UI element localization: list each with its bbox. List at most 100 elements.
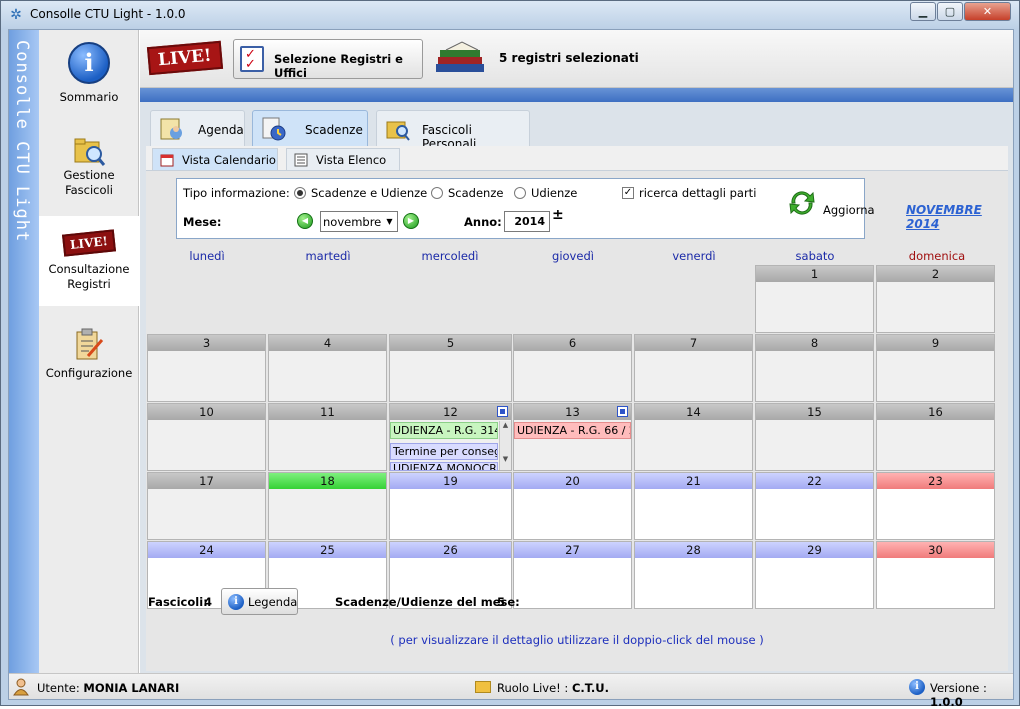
clipboard-edit-icon	[74, 328, 104, 362]
calendar-day[interactable]: 7	[634, 334, 753, 402]
sidebar-item-gestione-fascicoli[interactable]: Gestione Fascicoli	[39, 134, 139, 204]
day-name: martedì	[305, 249, 351, 263]
calendar-day-12[interactable]: 12 UDIENZA - R.G. 314 / Termine per cons…	[389, 403, 512, 471]
day-number: 5	[390, 335, 511, 351]
legend-button[interactable]: i Legenda	[221, 588, 298, 615]
scroll-up-icon[interactable]: ▲	[500, 421, 511, 429]
current-month-link[interactable]: NOVEMBRE 2014	[906, 203, 1008, 231]
calendar-day[interactable]: 1	[755, 265, 874, 333]
refresh-icon[interactable]	[786, 187, 818, 219]
tab-scadenze[interactable]: Scadenze	[252, 110, 368, 146]
calendar-day[interactable]: 19	[389, 472, 512, 540]
status-bar: Utente: MONIA LANARI Ruolo Live! : C.T.U…	[9, 673, 1013, 709]
calendar-day[interactable]: 22	[755, 472, 874, 540]
month-select[interactable]: novembre ▼	[320, 211, 398, 232]
tab-agenda[interactable]: Agenda	[150, 110, 245, 146]
vertical-banner-text: Consolle CTU Light	[12, 40, 32, 243]
expand-icon[interactable]	[497, 406, 508, 417]
list-icon	[294, 153, 308, 167]
calendar-day[interactable]: 14	[634, 403, 753, 471]
day-number: 11	[269, 404, 386, 420]
radio-scadenze[interactable]	[431, 187, 443, 199]
sidebar-nav: i Sommario Gestione Fascicoli LIVE! Cons…	[39, 30, 139, 673]
day-number: 28	[635, 542, 752, 558]
calendar-day[interactable]: 8	[755, 334, 874, 402]
calendar-day-today[interactable]: 18	[268, 472, 387, 540]
calendar-day[interactable]: 11	[268, 403, 387, 471]
day-number: 27	[514, 542, 631, 558]
event-item[interactable]: UDIENZA - R.G. 314 /	[390, 422, 498, 439]
day-number: 16	[877, 404, 994, 420]
calendar-day[interactable]: 9	[876, 334, 995, 402]
calendar-day[interactable]: 21	[634, 472, 753, 540]
details-checkbox-label: ricerca dettagli parti	[639, 186, 757, 200]
day-header: 13	[514, 404, 631, 420]
calendar-day[interactable]: 2	[876, 265, 995, 333]
day-number: 24	[148, 542, 265, 558]
calendar-day[interactable]: 20	[513, 472, 632, 540]
radio-udienze[interactable]	[514, 187, 526, 199]
calendar-icon	[160, 153, 174, 167]
title-bar[interactable]: ✲ Consolle CTU Light - 1.0.0 ▁ ▢ ✕	[1, 1, 1019, 29]
year-input[interactable]: 2014	[504, 211, 550, 232]
day-number: 20	[514, 473, 631, 489]
tab-fascicoli-personali[interactable]: Fascicoli Personali	[376, 110, 530, 151]
calendar-day[interactable]: 4	[268, 334, 387, 402]
day-number: 29	[756, 542, 873, 558]
tab-label: Agenda	[198, 123, 244, 137]
app-window: ✲ Consolle CTU Light - 1.0.0 ▁ ▢ ✕ Conso…	[0, 0, 1020, 709]
next-month-icon[interactable]: ▶	[403, 213, 419, 229]
day-number: 10	[148, 404, 265, 420]
prev-month-icon[interactable]: ◀	[297, 213, 313, 229]
role-value: C.T.U.	[571, 681, 609, 695]
calendar-day[interactable]: 17	[147, 472, 266, 540]
refresh-button-label[interactable]: Aggiorna	[823, 203, 875, 217]
sidebar-item-consultazione-registri[interactable]: LIVE! Consultazione Registri	[39, 216, 139, 306]
info-icon: i	[68, 42, 110, 84]
sidebar-item-label: Gestione	[63, 168, 115, 182]
calendar-day-13[interactable]: 13 UDIENZA - R.G. 66 / 20	[513, 403, 632, 471]
select-registers-button[interactable]: ✓ ✓ Selezione Registri e Uffici	[233, 39, 423, 80]
clock-document-icon	[261, 116, 287, 142]
calendar-day[interactable]: 6	[513, 334, 632, 402]
event-item[interactable]: Termine per consegna	[390, 443, 498, 460]
scadenze-panel: Vista Calendario Vista Elenco Tipo infor…	[146, 146, 1008, 671]
minimize-button[interactable]: ▁	[910, 2, 936, 21]
tab-vista-elenco[interactable]: Vista Elenco	[286, 148, 400, 170]
tab-label: Vista Calendario	[182, 153, 276, 167]
calendar-day[interactable]: 5	[389, 334, 512, 402]
calendar-day[interactable]: 10	[147, 403, 266, 471]
calendar-day[interactable]: 3	[147, 334, 266, 402]
day-name: sabato	[795, 249, 835, 263]
sidebar-item-label: Registri	[67, 277, 111, 291]
info-icon: i	[909, 679, 925, 695]
sidebar-item-sommario[interactable]: i Sommario	[39, 42, 139, 117]
scroll-down-icon[interactable]: ▼	[500, 455, 511, 463]
books-icon	[432, 40, 490, 76]
month-value: novembre	[323, 215, 382, 229]
tab-label: Scadenze	[305, 123, 363, 137]
calendar-day-holiday[interactable]: 23	[876, 472, 995, 540]
year-stepper-icon[interactable]: ±	[552, 208, 564, 222]
radio-scadenze-udienze[interactable]	[294, 187, 306, 199]
tab-vista-calendario[interactable]: Vista Calendario	[152, 148, 278, 170]
event-scrollbar[interactable]: ▲ ▼	[499, 421, 511, 470]
calendar-cell-empty	[634, 265, 753, 333]
calendar-day[interactable]: 15	[755, 403, 874, 471]
maximize-button[interactable]: ▢	[937, 2, 963, 21]
version-value: 1.0.0	[930, 695, 963, 709]
event-item[interactable]: UDIENZA MONOCR	[390, 462, 498, 471]
calendar-view: Tipo informazione: Scadenze e Udienze Sc…	[146, 170, 1008, 671]
expand-icon[interactable]	[617, 406, 628, 417]
select-registers-label: Selezione Registri e Uffici	[274, 52, 403, 80]
day-number: 26	[390, 542, 511, 558]
day-header: 12	[390, 404, 511, 420]
tipo-label: Tipo informazione:	[183, 186, 290, 200]
sidebar-item-configurazione[interactable]: Configurazione	[39, 328, 139, 388]
fascicoli-label: Fascicoli:	[148, 595, 208, 609]
details-checkbox[interactable]: ✓	[622, 187, 634, 199]
folder-icon	[475, 681, 491, 693]
calendar-day[interactable]: 16	[876, 403, 995, 471]
close-button[interactable]: ✕	[964, 2, 1011, 21]
event-item[interactable]: UDIENZA - R.G. 66 / 20	[514, 422, 631, 439]
